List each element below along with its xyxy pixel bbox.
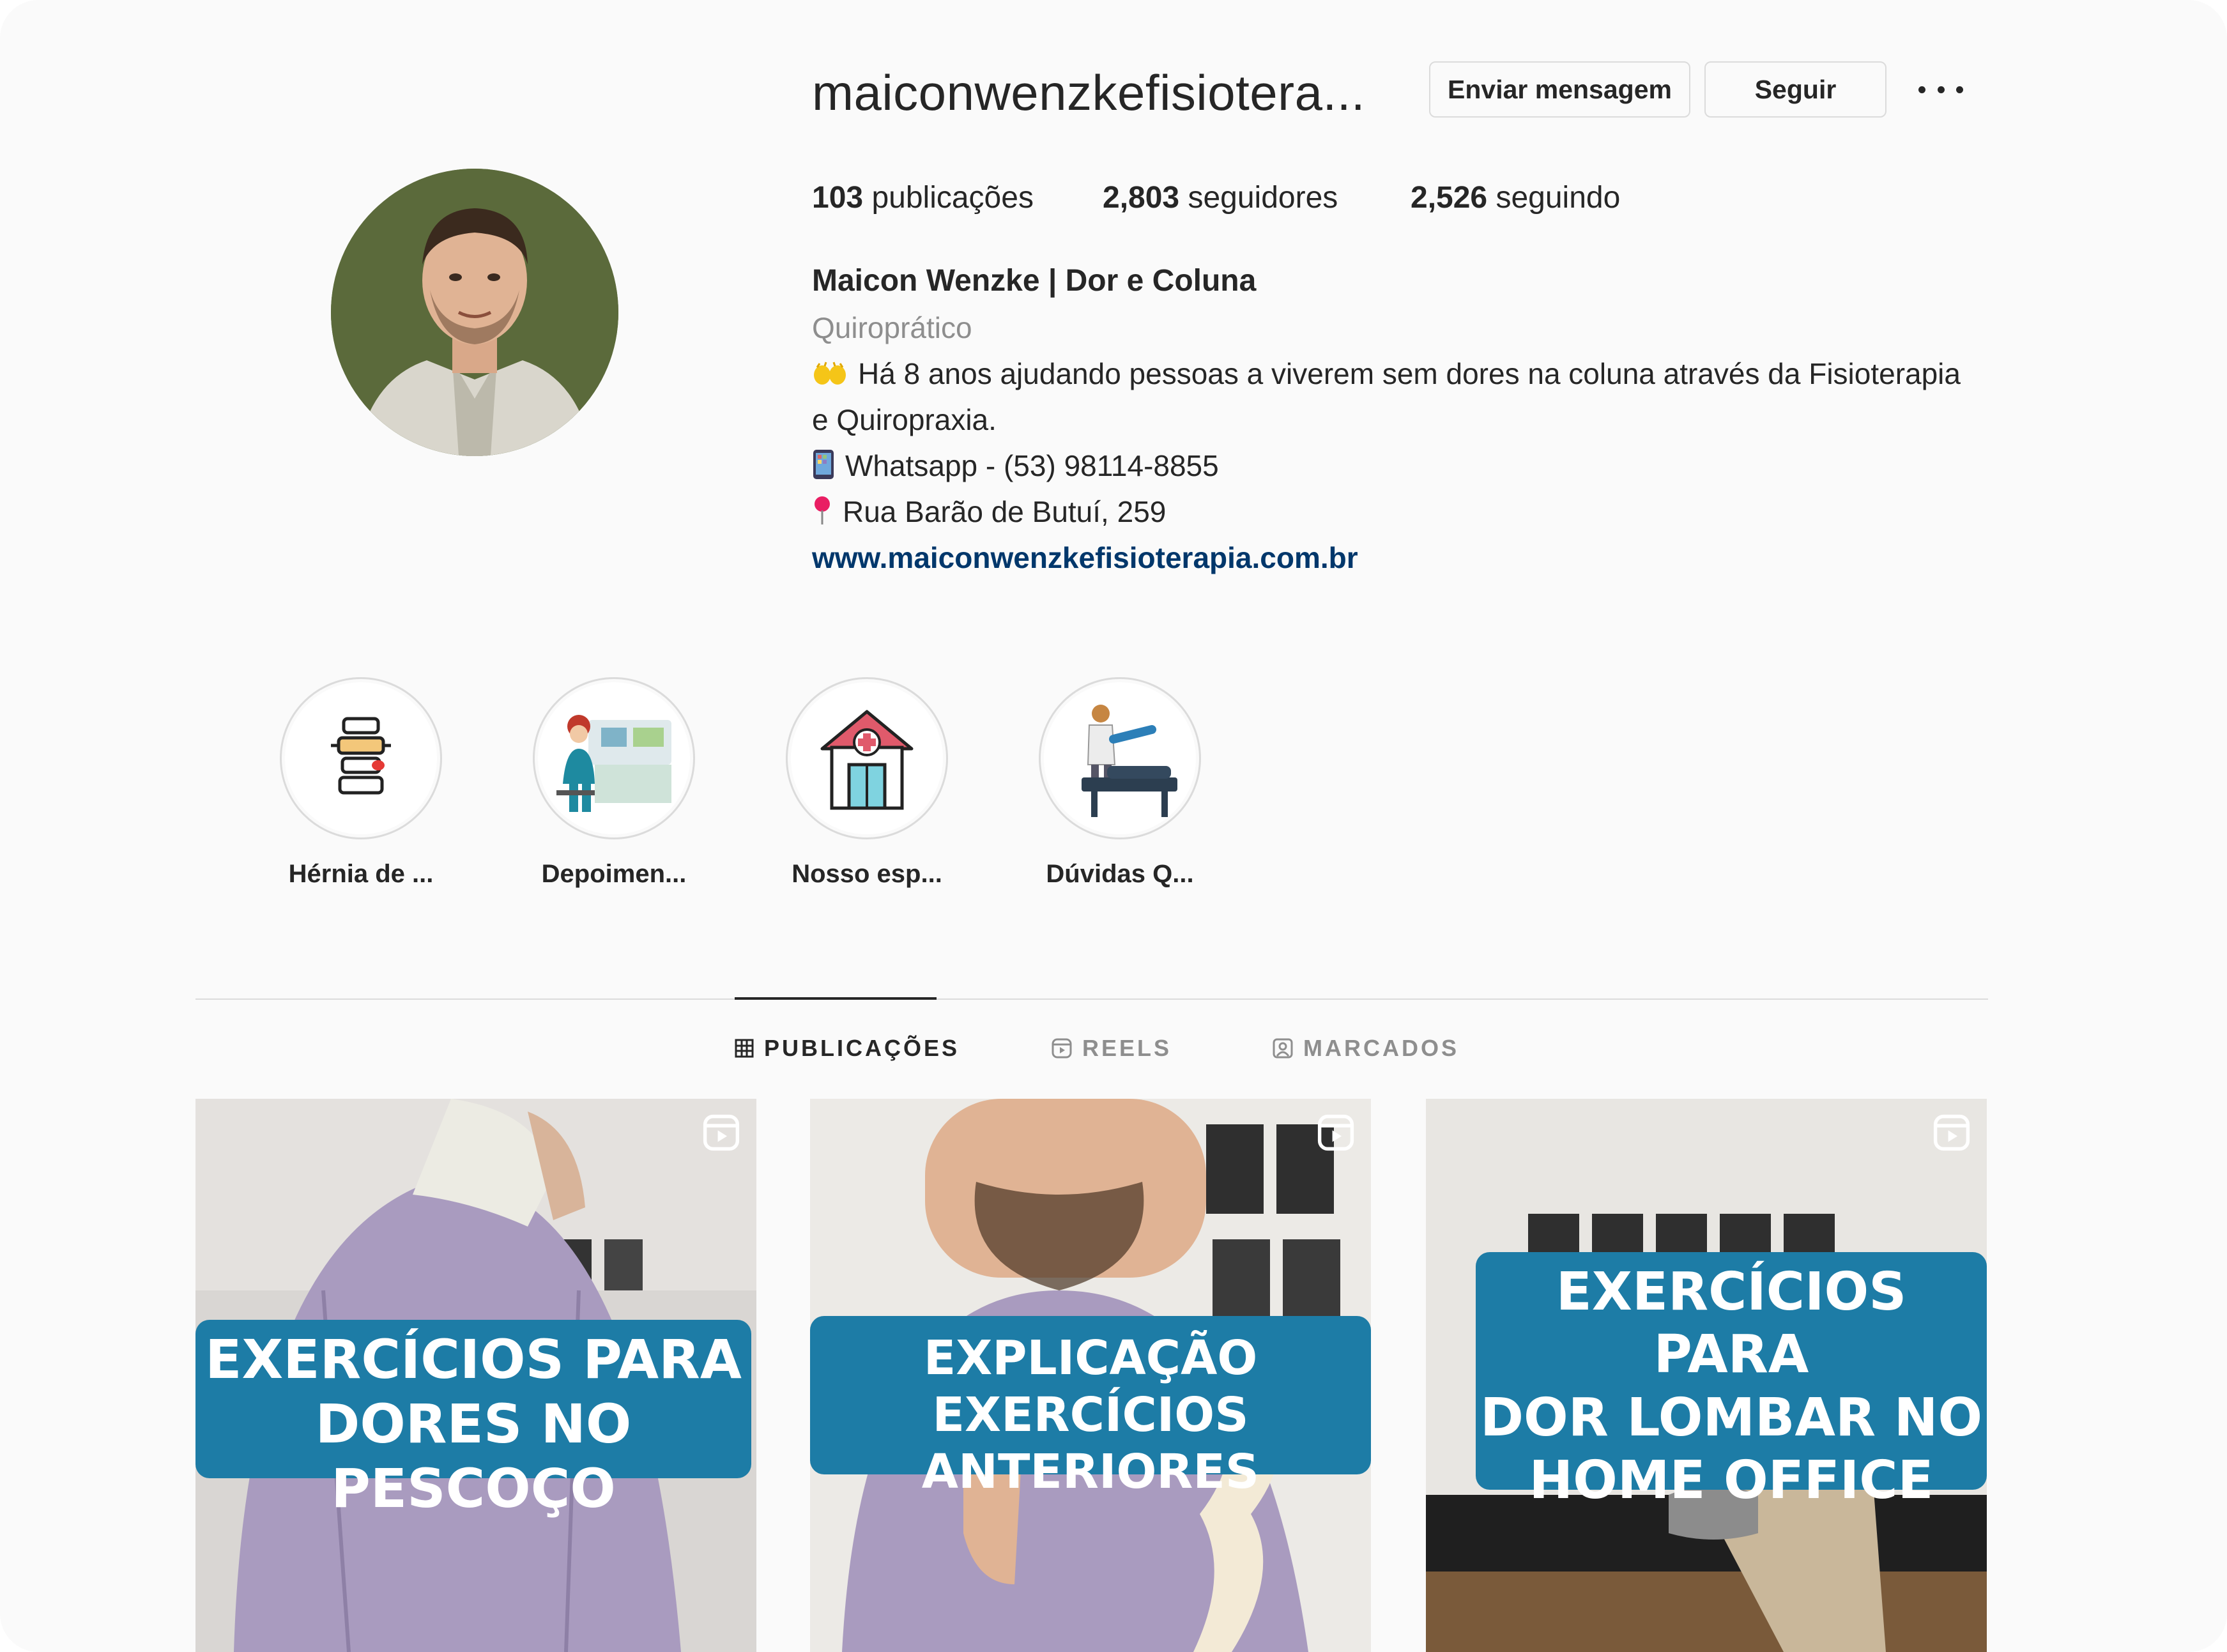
profile-username: maiconwenzkefisiotera... [812,65,1366,121]
send-message-button[interactable]: Enviar mensagem [1429,61,1690,118]
highlight-espaco[interactable]: Nosso esp... [786,677,948,889]
bio-line-4: Rua Barão de Butuí, 259 [812,494,1166,533]
raised-hands-icon [812,359,848,394]
following-count[interactable]: 2,526 seguindo [1411,180,1620,215]
highlight-depoimentos[interactable]: Depoimen... [533,677,695,889]
post-thumbnail-3[interactable]: EXERCÍCIOS PARA DOR LOMBAR NO HOME OFFIC… [1426,1099,1987,1652]
bio-line-3: Whatsapp - (53) 98114-8855 [812,448,1219,487]
highlight-duvidas[interactable]: Dúvidas Q... [1039,677,1201,889]
highlight-label: Hérnia de ... [288,860,434,888]
posts-count: 103 publicações [812,181,1034,215]
reels-icon [1052,1038,1072,1059]
tabs-divider [195,998,1988,1000]
followers-count[interactable]: 2,803 seguidores [1103,180,1338,215]
tab-reels[interactable]: REELS [1052,1035,1172,1062]
post-thumbnail-1[interactable]: EXERCÍCIOS PARA DORES NO PESCOÇO [195,1099,756,1652]
tab-marcados[interactable]: MARCADOS [1273,1035,1459,1062]
follow-button[interactable]: Seguir [1704,61,1886,118]
active-tab-indicator [735,997,937,1000]
bio-line-1: Há 8 anos ajudando pessoas a viverem sem… [812,356,1961,394]
profile-avatar[interactable] [331,169,618,456]
clinic-building-icon [820,710,914,810]
reels-icon [1933,1114,1970,1154]
profile-full-name: Maicon Wenzke | Dor e Coluna [812,264,1257,298]
treatment-table-icon [1082,705,1177,817]
grid-icon [735,1039,754,1058]
profile-category: Quiroprático [812,311,972,344]
more-options-icon[interactable] [1918,73,1963,105]
post-caption-banner: EXERCÍCIOS PARA DOR LOMBAR NO HOME OFFIC… [1476,1252,1987,1511]
post-thumbnail-2[interactable]: EXPLICAÇÃO EXERCÍCIOS ANTERIORES [810,1099,1371,1652]
post-caption-banner: EXERCÍCIOS PARA DORES NO PESCOÇO [195,1320,751,1520]
highlight-label: Depoimen... [541,860,687,888]
highlight-label: Dúvidas Q... [1046,860,1194,888]
spine-icon [331,717,391,795]
profile-website-link[interactable]: www.maiconwenzkefisioterapia.com.br [812,540,1358,575]
bio-line-2: e Quiropraxia. [812,403,997,436]
tagged-icon [1273,1038,1293,1059]
tab-publicacoes[interactable]: PUBLICAÇÕES [735,1035,960,1062]
mobile-phone-icon [812,449,835,487]
profile-page: maiconwenzkefisiotera... Enviar mensagem… [0,0,2227,1652]
location-pin-icon [812,495,832,533]
post-caption-banner: EXPLICAÇÃO EXERCÍCIOS ANTERIORES [810,1316,1371,1499]
reels-icon [703,1114,740,1154]
doctor-desk-icon [556,715,671,812]
highlight-hernia[interactable]: Hérnia de ... [280,677,442,889]
reels-icon [1317,1114,1354,1154]
highlight-label: Nosso esp... [792,860,942,888]
